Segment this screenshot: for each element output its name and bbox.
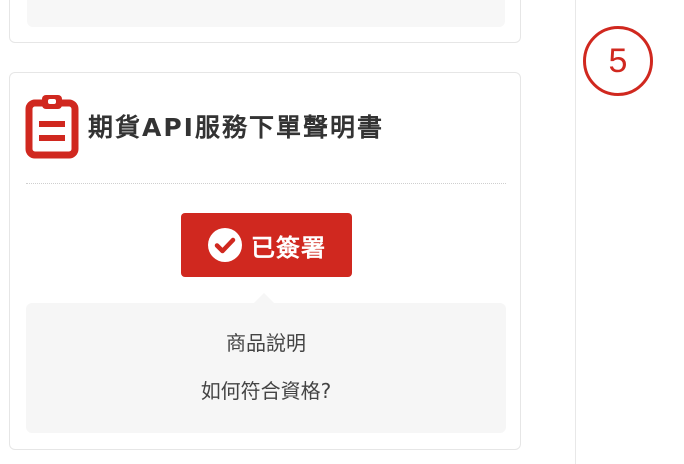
info-panel: 商品說明 如何符合資格? [26,293,506,433]
dotted-divider [26,183,506,184]
eligibility-link[interactable]: 如何符合資格? [26,375,506,404]
signed-button-label: 已簽署 [251,233,326,262]
product-description-link[interactable]: 商品說明 [26,327,506,356]
clipboard-icon [25,95,79,159]
declaration-card: 期貨API服務下單聲明書 已簽署 商品說明 如何符合資格? [9,72,521,450]
card-title: 期貨API服務下單聲明書 [88,113,384,142]
previous-card [9,0,521,43]
column-divider [575,0,576,464]
page: 期貨API服務下單聲明書 已簽署 商品說明 如何符合資格? 5 [0,0,684,464]
previous-card-info-panel [27,0,505,27]
step-number-badge: 5 [583,26,653,96]
signed-button[interactable]: 已簽署 [181,213,352,277]
check-circle-icon [208,228,242,262]
card-header: 期貨API服務下單聲明書 [24,93,384,159]
